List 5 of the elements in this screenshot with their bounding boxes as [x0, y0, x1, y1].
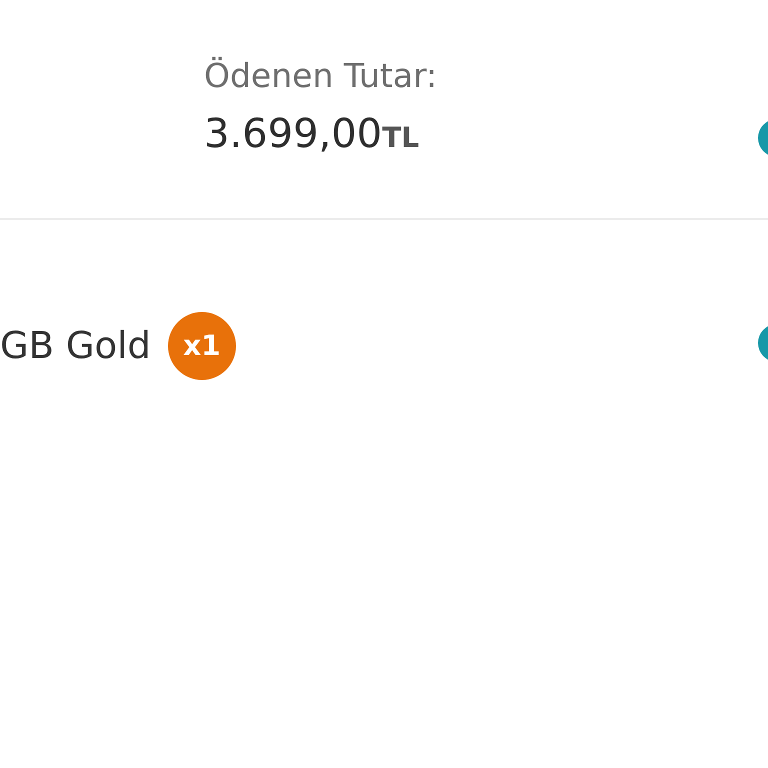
paid-amount-label: Ödenen Tutar:	[204, 56, 438, 96]
paid-amount-value: 3.699,00	[204, 112, 382, 156]
product-name: GB Gold	[0, 324, 151, 368]
currency-label: TL	[382, 122, 420, 154]
quantity-badge: x1	[168, 312, 236, 380]
